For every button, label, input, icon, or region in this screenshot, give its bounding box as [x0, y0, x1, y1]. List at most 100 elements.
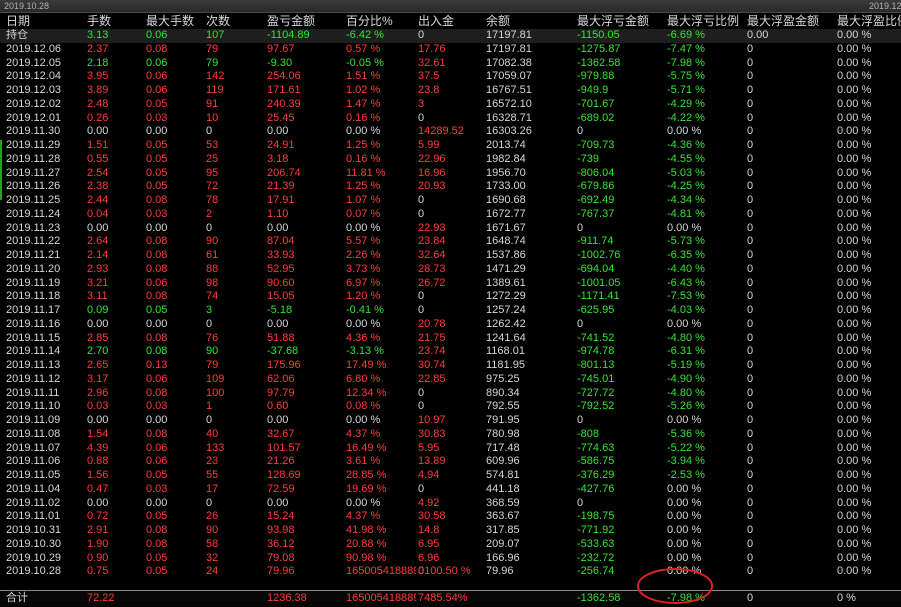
cell-date: 2019.12.06 — [6, 42, 62, 55]
cell-max-float-loss-pct: 0.00 % — [667, 317, 702, 330]
cell-deposit: 0 — [418, 386, 425, 399]
table-row[interactable]: 2019.11.09 0.00 0.00 0 0.00 0.00 % 10.97 791.95… — [0, 414, 901, 428]
cell-deposit: 22.96 — [418, 152, 446, 165]
table-row[interactable]: 2019.11.17 0.09 0.05 3 -5.18 -0.41 % 0 1257.24 -… — [0, 304, 901, 318]
cell-balance: 1262.42 — [486, 317, 526, 330]
cell-max-float-profit-pct: 0.00 % — [837, 414, 872, 426]
table-row[interactable]: 2019.11.18 3.11 0.08 74 15.05 1.20 % 0 1272.29 -… — [0, 290, 901, 304]
table-row[interactable]: 2019.11.04 0.47 0.03 17 72.59 19.69 % 0 441.18 -… — [0, 483, 901, 497]
cell-count: 79 — [206, 359, 219, 371]
cell-max-float-profit-pct: 0.00 % — [837, 386, 872, 399]
cell-date: 2019.12.02 — [6, 97, 62, 110]
table-row[interactable]: 2019.11.22 2.64 0.08 90 87.04 5.57 % 23.84 1648… — [0, 235, 901, 249]
table-row[interactable]: 2019.12.02 2.48 0.05 91 240.39 1.47 % 3 16572.1… — [0, 98, 901, 112]
cell-profit: 0.00 — [267, 125, 289, 138]
cell-profit: 1.10 — [267, 207, 289, 220]
table-row[interactable]: 2019.11.24 0.04 0.03 2 1.10 0.07 % 0 1672.77 -76… — [0, 208, 901, 222]
table-row[interactable]: 2019.11.07 4.39 0.06 133 101.57 16.49 % 5.95 71… — [0, 442, 901, 456]
cell-max-float-loss-pct: -4.80 % — [667, 386, 705, 399]
table-row[interactable]: 持仓 3.13 0.06 107 -1104.89 -6.42 % 0 17197.81 -11… — [0, 29, 901, 43]
header-date[interactable]: 日期 — [6, 13, 30, 29]
table-row[interactable]: 2019.11.01 0.72 0.05 26 15.24 4.37 % 30.58 363.… — [0, 510, 901, 524]
table-row[interactable]: 2019.11.08 1.54 0.08 40 32.67 4.37 % 30.83 780.… — [0, 428, 901, 442]
cell-profit: -9.30 — [267, 56, 293, 69]
total-max-float-loss: -1362.58 — [577, 592, 621, 604]
table-row[interactable]: 2019.12.06 2.37 0.08 79 97.67 0.57 % 17.76 1719… — [0, 43, 901, 57]
cell-max-lots: 0.08 — [146, 42, 168, 55]
header-balance[interactable]: 余额 — [486, 13, 510, 29]
cell-profit: 90.60 — [267, 276, 295, 289]
table-row[interactable]: 2019.12.04 3.95 0.06 142 254.06 1.51 % 37.5 170… — [0, 70, 901, 84]
table-row[interactable]: 2019.11.10 0.03 0.03 1 0.60 0.08 % 0 792.55 -792… — [0, 400, 901, 414]
header-lots[interactable]: 手数 — [87, 13, 111, 29]
table-header: 日期 手数 最大手数 次数 盈亏金额 百分比% 出入金 余额 最大浮亏金额 最大… — [0, 13, 901, 29]
cell-date: 2019.11.13 — [6, 359, 61, 371]
header-max-float-loss[interactable]: 最大浮亏金额 — [577, 13, 649, 29]
table-row[interactable]: 2019.10.31 2.91 0.08 90 93.98 41.98 % 14.8 317.… — [0, 524, 901, 538]
cell-date: 2019.11.17 — [6, 304, 61, 316]
cell-deposit: 30.74 — [418, 359, 446, 371]
table-row[interactable]: 2019.11.19 3.21 0.06 98 90.60 6.97 % 26.72 1389… — [0, 277, 901, 291]
cell-profit: 79.08 — [267, 551, 295, 564]
header-max-float-profit[interactable]: 最大浮盈金额 — [747, 13, 819, 29]
table-row[interactable]: 2019.11.25 2.44 0.08 78 17.91 1.07 % 0 1690.68 -… — [0, 194, 901, 208]
header-count[interactable]: 次数 — [206, 13, 230, 29]
cell-max-float-profit-pct: 0.00 % — [837, 304, 872, 316]
table-row[interactable]: 2019.11.27 2.54 0.05 95 206.74 11.81 % 16.96 19… — [0, 167, 901, 181]
cell-max-lots: 0.05 — [146, 97, 168, 110]
header-profit[interactable]: 盈亏金额 — [267, 13, 315, 29]
cell-max-float-loss: 0 — [577, 125, 584, 138]
table-row[interactable]: 2019.10.29 0.90 0.05 32 79.08 90.98 % 6.96 166.… — [0, 552, 901, 566]
cell-max-float-loss: -808 — [577, 427, 600, 440]
table-row[interactable]: 2019.11.02 0.00 0.00 0 0.00 0.00 % 4.92 368.59 0… — [0, 497, 901, 511]
cell-percent: 1.20 % — [346, 290, 381, 303]
cell-max-lots: 0.05 — [146, 304, 168, 316]
header-deposit[interactable]: 出入金 — [418, 13, 454, 29]
cell-profit: 72.59 — [267, 482, 295, 495]
cell-max-float-profit-pct: 0.00 % — [837, 565, 872, 578]
cell-lots: 0.26 — [87, 111, 109, 124]
cell-lots: 1.90 — [87, 537, 109, 550]
table-row[interactable]: 2019.11.16 0.00 0.00 0 0.00 0.00 % 20.78 1262.4… — [0, 318, 901, 332]
cell-balance: 717.48 — [486, 441, 520, 454]
table-row[interactable]: 2019.11.28 0.55 0.05 25 3.18 0.16 % 22.96 1982.… — [0, 153, 901, 167]
cell-balance: 16572.10 — [486, 97, 532, 110]
header-max-float-profit-pct[interactable]: 最大浮盈比例 — [837, 13, 901, 29]
table-row[interactable]: 2019.10.28 0.75 0.05 24 79.96 165005418889 0 79… — [0, 565, 901, 579]
table-row[interactable]: 2019.10.30 1.90 0.08 58 36.12 20.88 % 6.95 209.… — [0, 538, 901, 552]
cell-max-float-loss-pct: -7.53 % — [667, 290, 705, 303]
table-row[interactable]: 2019.11.06 0.88 0.06 23 21.26 3.61 % 13.89 609.… — [0, 455, 901, 469]
table-row[interactable]: 2019.11.21 2.14 0.08 61 33.93 2.26 % 32.64 1537… — [0, 249, 901, 263]
cell-count: 10 — [206, 111, 219, 124]
table-row[interactable]: 2019.11.11 2.96 0.08 100 97.79 12.34 % 0 890.34… — [0, 387, 901, 401]
header-max-lots[interactable]: 最大手数 — [146, 13, 194, 29]
cell-balance: 363.67 — [486, 510, 520, 523]
table-row[interactable]: 2019.11.23 0.00 0.00 0 0.00 0.00 % 22.93 1671.6… — [0, 222, 901, 236]
cell-percent: 3.61 % — [346, 455, 381, 468]
cell-profit: 254.06 — [267, 70, 301, 83]
table-row[interactable]: 2019.11.13 2.65 0.13 79 175.96 17.49 % 30.74 11… — [0, 359, 901, 373]
header-max-float-loss-pct[interactable]: 最大浮亏比例 — [667, 13, 739, 29]
table-row[interactable]: 2019.11.30 0.00 0.00 0 0.00 0.00 % 14289.52 163… — [0, 125, 901, 139]
table-row[interactable]: 2019.11.29 1.51 0.05 53 24.91 1.25 % 5.99 2013.… — [0, 139, 901, 153]
cell-max-float-profit-pct: 0.00 % — [837, 400, 872, 413]
table-row[interactable]: 2019.12.01 0.26 0.03 10 25.45 0.16 % 0 16328.71… — [0, 112, 901, 126]
cell-date: 2019.11.15 — [6, 331, 61, 344]
header-percent[interactable]: 百分比% — [346, 13, 393, 29]
table-row[interactable]: 2019.11.15 2.85 0.08 76 51.88 4.36 % 21.75 1241… — [0, 332, 901, 346]
cell-max-float-profit-pct: 0.00 % — [837, 180, 872, 193]
table-row[interactable]: 2019.12.05 2.18 0.06 79 -9.30 -0.05 % 32.61 170… — [0, 57, 901, 71]
table-row[interactable]: 2019.11.26 2.38 0.05 72 21.39 1.25 % 20.93 1733… — [0, 180, 901, 194]
cell-profit: 25.45 — [267, 111, 295, 124]
cell-percent: 0.00 % — [346, 221, 381, 234]
cell-count: 55 — [206, 469, 219, 481]
table-row[interactable]: 2019.11.05 1.56 0.05 55 128.69 28.85 % 4.94 574… — [0, 469, 901, 483]
cell-lots: 0.55 — [87, 152, 109, 165]
cell-balance: 17197.81 — [486, 29, 532, 41]
cell-max-float-profit-pct: 0.00 % — [837, 70, 872, 83]
table-row[interactable]: 2019.11.14 2.70 0.08 90 -37.68 -3.13 % 23.74 11… — [0, 345, 901, 359]
table-row[interactable]: 2019.11.20 2.93 0.08 88 52.95 3.73 % 28.73 1471… — [0, 263, 901, 277]
cell-max-lots: 0.06 — [146, 372, 168, 385]
table-row[interactable]: 2019.11.12 3.17 0.06 109 62.06 6.80 % 22.85 975… — [0, 373, 901, 387]
table-row[interactable]: 2019.12.03 3.89 0.06 119 171.61 1.02 % 23.8 167… — [0, 84, 901, 98]
